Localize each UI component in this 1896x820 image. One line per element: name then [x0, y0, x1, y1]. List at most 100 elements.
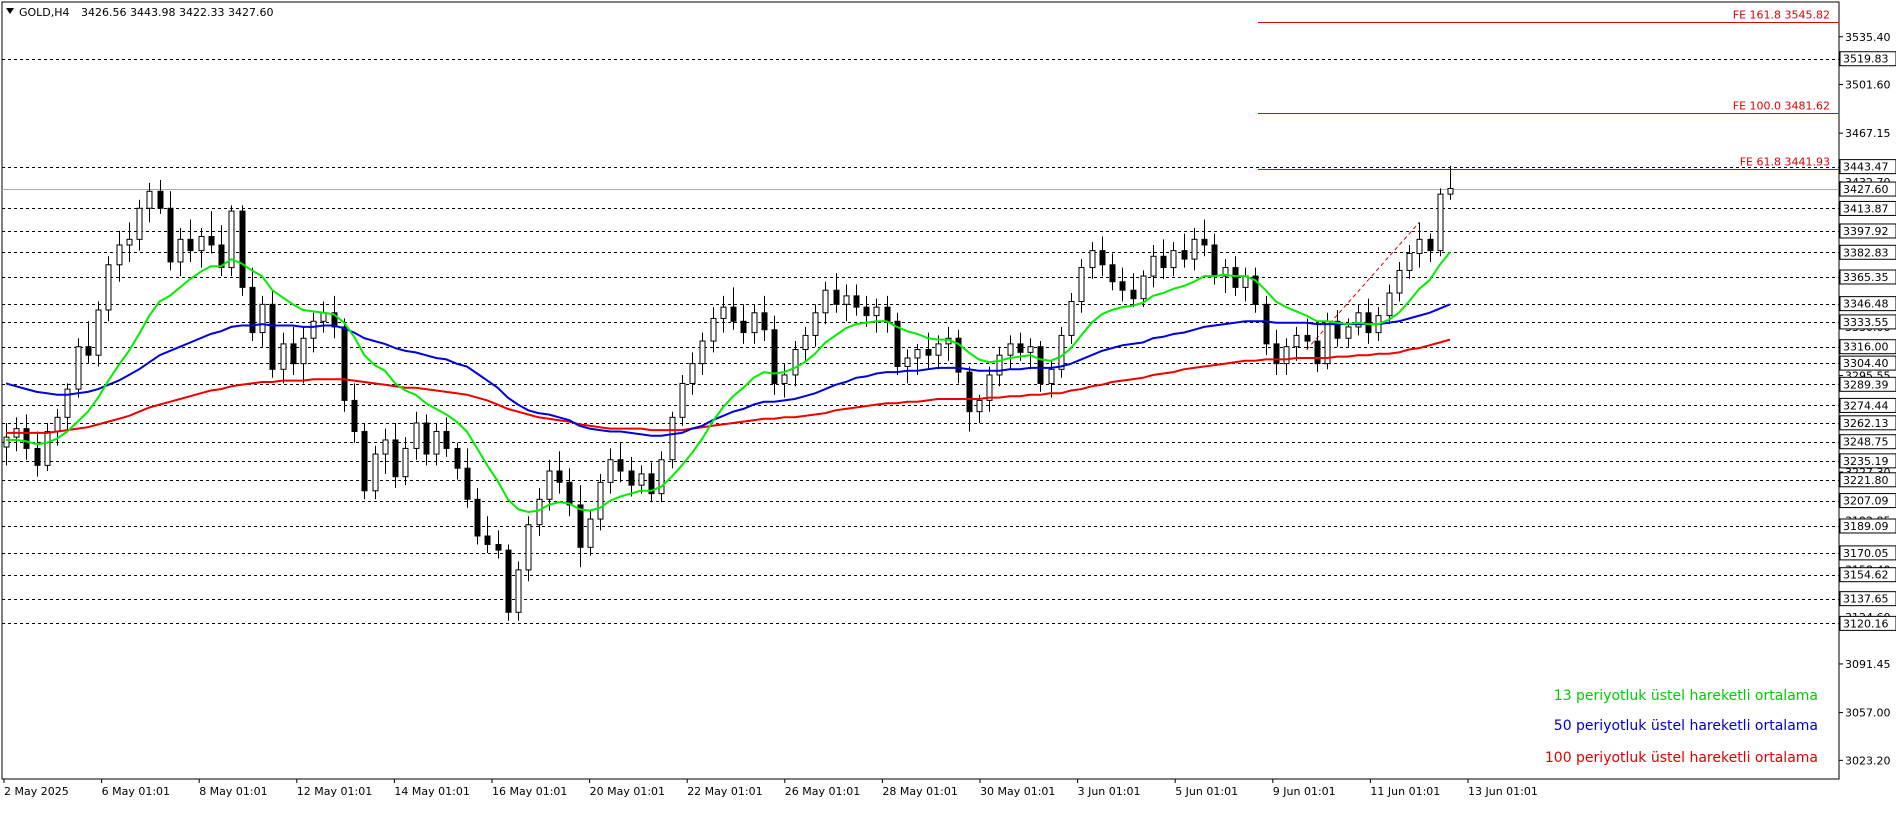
- candle-body: [628, 470, 635, 486]
- time-tick-label: 13 Jun 01:01: [1468, 785, 1538, 798]
- candle-body: [1211, 244, 1218, 277]
- price-chart[interactable]: FE 161.8 3545.82 FE 100.0 3481.62 FE 61.8 …: [0, 0, 1896, 820]
- candle-body: [751, 312, 758, 334]
- candle-body: [935, 343, 942, 356]
- candle-body: [413, 422, 420, 449]
- candle-body: [812, 312, 819, 336]
- legend-item-0: 13 periyotluk üstel hareketli ortalama: [1554, 688, 1818, 704]
- candle-body: [341, 326, 348, 401]
- time-tick-label: 14 May 01:01: [394, 785, 469, 798]
- candle-body: [525, 524, 532, 571]
- candle-body: [536, 498, 543, 526]
- candle-body: [822, 289, 829, 314]
- candle-body: [1160, 255, 1167, 269]
- candle-body: [116, 244, 123, 266]
- candle-body: [914, 349, 921, 359]
- candle-body: [382, 439, 389, 455]
- candle-body: [187, 238, 194, 252]
- candle: [75, 338, 82, 398]
- candle-body: [986, 374, 993, 401]
- candle-body: [884, 306, 891, 322]
- time-tick-label: 22 May 01:01: [687, 785, 762, 798]
- candle-body: [1170, 250, 1177, 269]
- candle-body: [1027, 346, 1034, 353]
- candle: [239, 205, 246, 296]
- candle: [372, 445, 379, 500]
- candle-body: [495, 543, 502, 551]
- price-tick-label: 3467.15: [1845, 127, 1891, 140]
- candle-body: [556, 470, 563, 483]
- candle-body: [1140, 275, 1147, 300]
- candle-body: [105, 264, 112, 311]
- candle-body: [1273, 343, 1280, 365]
- candle: [669, 411, 676, 469]
- time-tick-label: 16 May 01:01: [492, 785, 567, 798]
- symbol-label: GOLD,H4: [19, 6, 70, 19]
- candle-body: [474, 498, 481, 537]
- candle-body: [853, 295, 860, 308]
- candle-body: [290, 343, 297, 365]
- candle-body: [1314, 340, 1321, 365]
- time-tick-label: 3 Jun 01:01: [1078, 785, 1141, 798]
- candle-body: [44, 430, 51, 466]
- candle-body: [679, 382, 686, 418]
- time-tick-label: 30 May 01:01: [980, 785, 1055, 798]
- candle-body: [1058, 334, 1065, 370]
- candle-body: [710, 317, 717, 342]
- candle-body: [566, 481, 573, 506]
- chart-window[interactable]: FE 161.8 3545.82 FE 100.0 3481.62 FE 61.8 …: [0, 0, 1896, 820]
- time-tick-label: 11 Jun 01:01: [1370, 785, 1440, 798]
- candle-body: [1201, 238, 1208, 246]
- level-tag-label: 3304.40: [1843, 357, 1889, 370]
- level-tag-label: 3221.80: [1843, 474, 1889, 487]
- candle-body: [1037, 346, 1044, 384]
- candle-body: [1396, 269, 1403, 294]
- candle-body: [1345, 326, 1352, 339]
- level-tag-label: 3333.55: [1843, 316, 1889, 329]
- candle-body: [443, 430, 450, 449]
- level-tag-label: 3207.09: [1843, 495, 1889, 508]
- candle-body: [792, 349, 799, 376]
- candle-body: [720, 306, 727, 319]
- time-tick-label: 12 May 01:01: [297, 785, 372, 798]
- candle-body: [546, 470, 553, 500]
- candle-body: [1263, 303, 1270, 345]
- candle-body: [802, 334, 809, 351]
- candle-body: [1089, 250, 1096, 269]
- candle-body: [966, 371, 973, 413]
- candle: [361, 422, 368, 500]
- candle-body: [1386, 292, 1393, 317]
- candle: [228, 205, 235, 277]
- candle-body: [1447, 187, 1454, 195]
- candle: [1437, 188, 1444, 257]
- candle-body: [1007, 343, 1014, 356]
- candle-body: [658, 459, 665, 495]
- candle-body: [515, 569, 522, 613]
- candle-body: [484, 535, 491, 545]
- level-tag-label: 3346.48: [1843, 298, 1889, 311]
- level-tag-label: 3427.60: [1843, 183, 1889, 196]
- candle-body: [976, 399, 983, 413]
- fib-level-label: FE 100.0 3481.62: [1733, 100, 1830, 113]
- candle-body: [730, 306, 737, 322]
- level-tag-label: 3170.05: [1843, 547, 1889, 560]
- candle-body: [269, 303, 276, 370]
- candle-body: [1427, 238, 1434, 252]
- level-tag-label: 3413.87: [1843, 202, 1889, 215]
- level-tag-label: 3154.62: [1843, 569, 1889, 582]
- candle-body: [280, 343, 287, 370]
- price-tick-label: 3023.20: [1845, 754, 1891, 767]
- level-tag-label: 3365.35: [1843, 271, 1889, 284]
- candle-body: [1416, 238, 1423, 254]
- price-tick-label: 3091.45: [1845, 658, 1891, 671]
- time-tick-label: 8 May 01:01: [199, 785, 267, 798]
- candle-body: [136, 207, 143, 240]
- candle-body: [699, 340, 706, 365]
- candle-body: [1068, 300, 1075, 336]
- candle-body: [1365, 312, 1372, 334]
- candle-body: [310, 320, 317, 339]
- candle-body: [157, 190, 164, 209]
- candle-body: [464, 467, 471, 500]
- candle-body: [95, 309, 102, 356]
- fib-level-label: FE 61.8 3441.93: [1740, 156, 1830, 169]
